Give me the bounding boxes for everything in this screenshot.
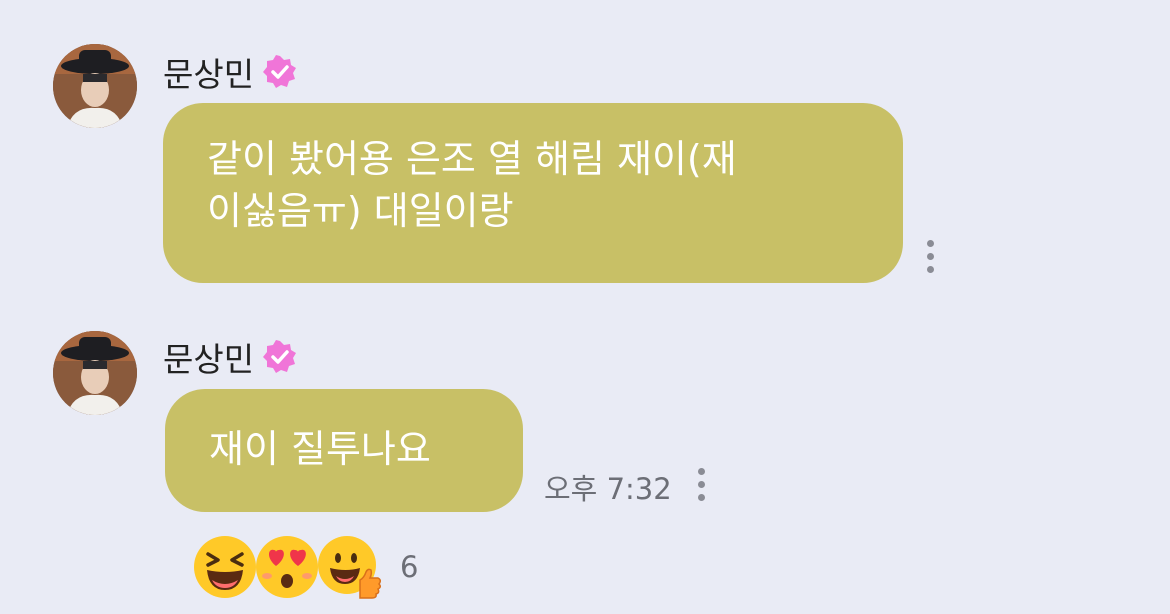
verified-badge-icon: [263, 55, 297, 88]
sender-avatar[interactable]: [53, 44, 137, 128]
verified-badge-icon: [263, 340, 297, 373]
reaction-bar[interactable]: 6: [192, 534, 418, 600]
reaction-count: 6: [400, 550, 419, 584]
heart-eyes-emoji-icon[interactable]: [254, 534, 320, 600]
sender-name: 문상민: [163, 55, 255, 94]
laughing-emoji-icon[interactable]: [192, 534, 258, 600]
sender-avatar[interactable]: [53, 331, 137, 415]
thumbs-up-emoji-icon[interactable]: [316, 534, 382, 600]
sender-name: 문상민: [163, 340, 255, 379]
message-bubble[interactable]: 같이 봤어용 은조 열 해림 재이(재 이싫음ㅠ) 대일이랑: [163, 103, 903, 283]
more-options-icon[interactable]: [923, 240, 937, 273]
sender-name-row: 문상민: [163, 333, 298, 381]
message-bubble[interactable]: 재이 질투나요: [165, 389, 523, 512]
more-options-icon[interactable]: [694, 468, 708, 501]
message-timestamp: 오후 7:32: [544, 472, 672, 506]
message-line: 이싫음ㅠ) 대일이랑: [207, 189, 514, 233]
sender-name-row: 문상민: [163, 48, 298, 96]
message-line: 같이 봤어용 은조 열 해림 재이(재: [207, 137, 737, 181]
message-line: 재이 질투나요: [209, 427, 431, 471]
